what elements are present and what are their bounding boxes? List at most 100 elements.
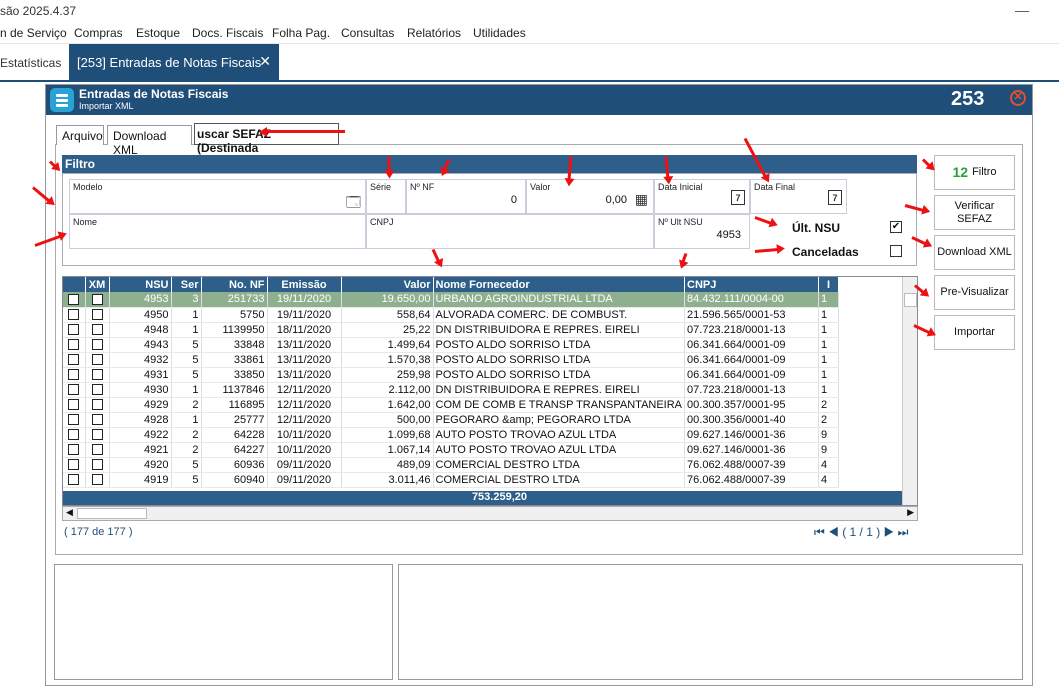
row-xml-checkbox[interactable]	[85, 457, 110, 473]
checkbox-icon[interactable]	[68, 293, 80, 305]
row-select-checkbox[interactable]	[63, 382, 86, 398]
col-cnpj[interactable]: CNPJ	[684, 277, 820, 292]
importar-button[interactable]: Importar	[934, 315, 1015, 350]
tab-download-xml[interactable]: Download XML	[107, 125, 192, 157]
minimize-icon[interactable]: —	[1015, 2, 1029, 18]
col-fornecedor[interactable]: Nome Fornecedor	[433, 277, 686, 292]
table-row[interactable]: 4928 1 25777 12/11/2020 500,00 PEGORARO &amp;…	[63, 412, 840, 428]
checkbox-icon[interactable]	[68, 384, 80, 396]
col-emissao[interactable]: Emissão	[267, 277, 342, 292]
menu-consultas[interactable]: Consultas	[341, 26, 394, 40]
col-nsu[interactable]: NSU	[109, 277, 172, 292]
row-xml-checkbox[interactable]	[85, 307, 110, 323]
horizontal-scroll-thumb[interactable]	[77, 508, 147, 519]
row-xml-checkbox[interactable]	[85, 322, 110, 338]
row-select-checkbox[interactable]	[63, 427, 86, 443]
checkbox-icon[interactable]	[68, 324, 80, 336]
table-row[interactable]: 4930 1 1137846 12/11/2020 2.112,00 DN DISTRIB…	[63, 382, 840, 398]
checkbox-icon[interactable]	[91, 384, 103, 396]
checkbox-icon[interactable]	[91, 474, 103, 486]
valor-field[interactable]: Valor 0,00 ▦	[526, 179, 654, 214]
vertical-scrollbar[interactable]	[902, 277, 917, 505]
checkbox-icon[interactable]	[68, 339, 80, 351]
table-row[interactable]: 4950 1 5750 19/11/2020 558,64 ALVORADA COMERC…	[63, 307, 840, 323]
horizontal-scrollbar[interactable]: ◀ ▶	[62, 506, 918, 521]
row-xml-checkbox[interactable]	[85, 412, 110, 428]
col-xm[interactable]: XM	[85, 277, 110, 292]
col-select[interactable]	[63, 277, 86, 292]
first-page-icon[interactable]: ⏮	[814, 525, 825, 539]
verificar-sefaz-button[interactable]: Verificar SEFAZ	[934, 195, 1015, 230]
checkbox-icon[interactable]	[91, 293, 103, 305]
ult-nsu-checkbox[interactable]: ✔	[890, 221, 902, 233]
checkbox-icon[interactable]	[91, 459, 103, 471]
row-select-checkbox[interactable]	[63, 337, 86, 353]
checkbox-icon[interactable]	[91, 399, 103, 411]
search-list-icon[interactable]: 🗔	[346, 192, 361, 216]
checkbox-icon[interactable]	[68, 474, 80, 486]
menu-relatorios[interactable]: Relatórios	[407, 26, 461, 40]
row-select-checkbox[interactable]	[63, 412, 86, 428]
row-xml-checkbox[interactable]	[85, 337, 110, 353]
checkbox-icon[interactable]	[91, 324, 103, 336]
row-xml-checkbox[interactable]	[85, 442, 110, 458]
scroll-left-icon[interactable]: ◀	[66, 507, 73, 518]
checkbox-icon[interactable]	[91, 414, 103, 426]
col-valor[interactable]: Valor	[341, 277, 434, 292]
menu-utilidades[interactable]: Utilidades	[473, 26, 526, 40]
menu-compras[interactable]: Compras	[74, 26, 123, 40]
row-xml-checkbox[interactable]	[85, 382, 110, 398]
row-xml-checkbox[interactable]	[85, 427, 110, 443]
row-xml-checkbox[interactable]	[85, 472, 110, 488]
row-select-checkbox[interactable]	[63, 472, 86, 488]
checkbox-icon[interactable]	[68, 414, 80, 426]
row-select-checkbox[interactable]	[63, 322, 86, 338]
next-page-icon[interactable]: ▶	[884, 525, 895, 539]
nnf-field[interactable]: Nº NF 0	[406, 179, 526, 214]
filtro-button[interactable]: 12 Filtro	[934, 155, 1015, 190]
checkbox-icon[interactable]	[91, 444, 103, 456]
checkbox-icon[interactable]	[91, 339, 103, 351]
tab-entradas-notas[interactable]: [253] Entradas de Notas Fiscais ✕	[69, 44, 279, 80]
download-xml-button[interactable]: Download XML	[934, 235, 1015, 270]
cnpj-field[interactable]: CNPJ	[366, 214, 654, 249]
row-select-checkbox[interactable]	[63, 397, 86, 413]
checkbox-icon[interactable]	[68, 429, 80, 441]
table-row[interactable]: 4931 5 33850 13/11/2020 259,98 POSTO ALDO SOR…	[63, 367, 840, 383]
checkbox-icon[interactable]	[68, 459, 80, 471]
prev-page-icon[interactable]: ◀	[828, 525, 839, 539]
row-select-checkbox[interactable]	[63, 457, 86, 473]
table-row[interactable]: 4919 5 60940 09/11/2020 3.011,46 COMERCIAL DE…	[63, 472, 840, 488]
checkbox-icon[interactable]	[68, 369, 80, 381]
calendar-icon[interactable]: 7	[828, 190, 842, 205]
row-xml-checkbox[interactable]	[85, 397, 110, 413]
row-select-checkbox[interactable]	[63, 352, 86, 368]
checkbox-icon[interactable]	[91, 429, 103, 441]
table-row[interactable]: 4948 1 1139950 18/11/2020 25,22 DN DISTRIBUID…	[63, 322, 840, 338]
modelo-field[interactable]: Modelo 🗔	[69, 179, 366, 214]
col-no-nf[interactable]: No. NF	[201, 277, 268, 292]
last-page-icon[interactable]: ⏭	[898, 525, 909, 539]
menu-estoque[interactable]: Estoque	[136, 26, 180, 40]
calendar-icon[interactable]: 7	[731, 190, 745, 205]
menu-servico[interactable]: n de Serviço	[0, 26, 67, 40]
table-row[interactable]: 4929 2 116895 12/11/2020 1.642,00 COM DE COMB…	[63, 397, 840, 413]
row-xml-checkbox[interactable]	[85, 352, 110, 368]
close-tab-icon[interactable]: ✕	[259, 53, 271, 70]
ult-nsu-field[interactable]: Nº Ult NSU 4953	[654, 214, 750, 249]
menu-docs-fiscais[interactable]: Docs. Fiscais	[192, 26, 263, 40]
scroll-right-icon[interactable]: ▶	[907, 507, 914, 518]
col-ser[interactable]: Ser	[171, 277, 202, 292]
col-extra[interactable]: I	[818, 277, 840, 292]
checkbox-icon[interactable]	[68, 309, 80, 321]
table-row[interactable]: 4943 5 33848 13/11/2020 1.499,64 POSTO ALDO S…	[63, 337, 840, 353]
row-select-checkbox[interactable]	[63, 292, 86, 308]
checkbox-icon[interactable]	[68, 444, 80, 456]
table-row[interactable]: 4953 3 251733 19/11/2020 19.650,00 URBANO AGR…	[63, 292, 840, 308]
table-row[interactable]: 4922 2 64228 10/11/2020 1.099,68 AUTO POSTO T…	[63, 427, 840, 443]
close-window-icon[interactable]: ✕	[1010, 90, 1026, 106]
row-select-checkbox[interactable]	[63, 307, 86, 323]
checkbox-icon[interactable]	[68, 399, 80, 411]
checkbox-icon[interactable]	[91, 354, 103, 366]
checkbox-icon[interactable]	[91, 309, 103, 321]
